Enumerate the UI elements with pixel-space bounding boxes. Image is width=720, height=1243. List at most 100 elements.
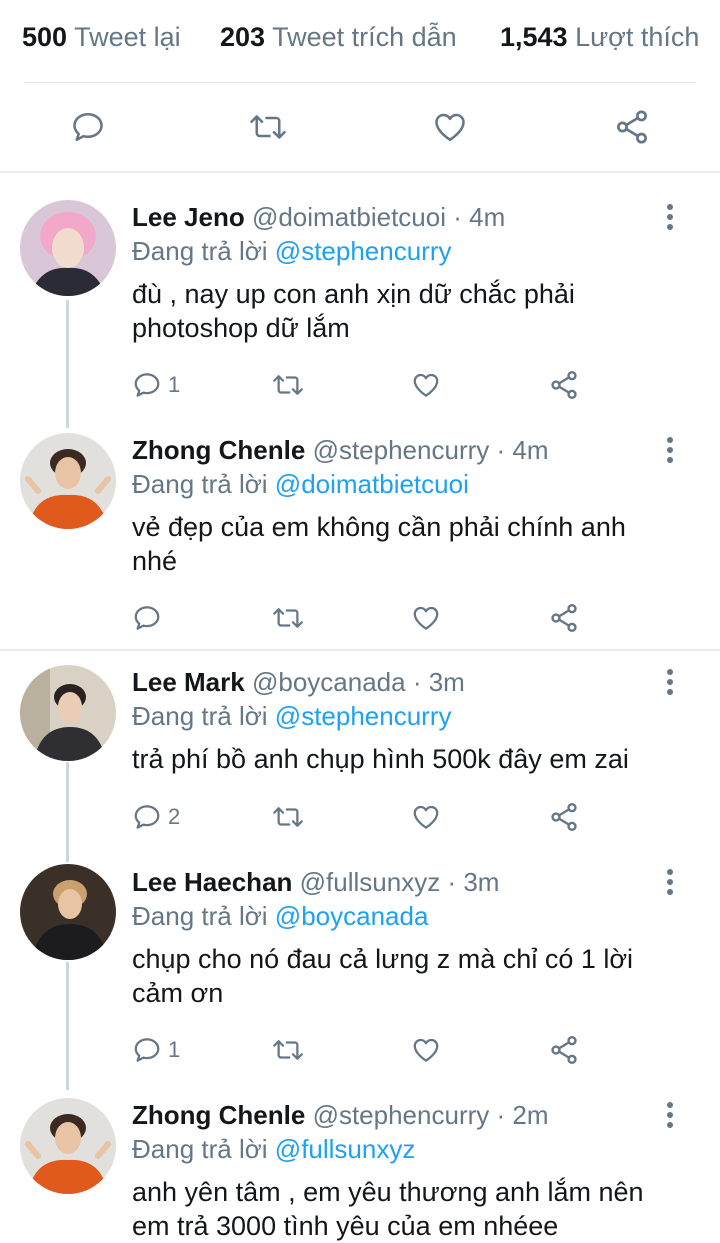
display-name[interactable]: Lee Jeno bbox=[132, 202, 245, 232]
reply-button[interactable] bbox=[66, 105, 110, 149]
user-handle[interactable]: @boycanada bbox=[252, 667, 406, 697]
display-name[interactable]: Lee Mark bbox=[132, 667, 245, 697]
avatar[interactable] bbox=[20, 665, 116, 761]
like-button[interactable] bbox=[410, 365, 442, 405]
like-icon bbox=[413, 606, 439, 630]
mention-link[interactable]: @stephencurry bbox=[275, 701, 452, 731]
timestamp: · 2m bbox=[496, 1100, 549, 1130]
engagement-stats: 500 Tweet lại 203 Tweet trích dẫn 1,543 … bbox=[0, 0, 720, 82]
reply-count: 1 bbox=[168, 372, 181, 397]
avatar[interactable] bbox=[20, 200, 116, 296]
like-button[interactable] bbox=[410, 598, 442, 638]
thread-line bbox=[66, 962, 69, 1090]
display-name[interactable]: Zhong Chenle bbox=[132, 435, 305, 465]
replying-to: Đang trả lời @boycanada bbox=[132, 901, 428, 932]
replying-prefix: Đang trả lời bbox=[132, 901, 268, 931]
replying-to: Đang trả lời @doimatbietcuoi bbox=[132, 469, 469, 500]
reply-icon bbox=[134, 805, 160, 829]
quote-stat[interactable]: 203 Tweet trích dẫn bbox=[220, 22, 457, 53]
reply-icon bbox=[134, 1038, 160, 1062]
more-vertical-icon bbox=[667, 869, 673, 895]
reply-text: vẻ đẹp của em không cần phải chính anh n… bbox=[132, 510, 692, 578]
share-button[interactable] bbox=[548, 797, 580, 837]
retweet-icon bbox=[250, 115, 286, 139]
reply-icon bbox=[134, 373, 160, 397]
user-handle[interactable]: @fullsunxyz bbox=[300, 867, 441, 897]
display-name[interactable]: Lee Haechan bbox=[132, 867, 292, 897]
share-button[interactable] bbox=[548, 365, 580, 405]
more-vertical-icon bbox=[667, 437, 673, 463]
timestamp: · 4m bbox=[453, 202, 506, 232]
more-options-button[interactable] bbox=[660, 662, 680, 702]
reply-actions: 1 bbox=[132, 365, 692, 405]
reply-text-line: photoshop dữ lắm bbox=[132, 313, 350, 343]
retweet-icon bbox=[273, 608, 303, 628]
like-button[interactable] bbox=[410, 1030, 442, 1070]
reply-header: Zhong Chenle @stephencurry · 4m bbox=[132, 435, 549, 466]
share-icon bbox=[551, 803, 577, 831]
user-handle[interactable]: @stephencurry bbox=[313, 435, 490, 465]
display-name[interactable]: Zhong Chenle bbox=[132, 1100, 305, 1130]
thread-line bbox=[66, 300, 69, 428]
more-vertical-icon bbox=[667, 204, 673, 230]
mention-link[interactable]: @stephencurry bbox=[275, 236, 452, 266]
like-button[interactable] bbox=[410, 797, 442, 837]
replying-to: Đang trả lời @fullsunxyz bbox=[132, 1134, 415, 1165]
timestamp: · 3m bbox=[412, 667, 465, 697]
reply-header: Zhong Chenle @stephencurry · 2m bbox=[132, 1100, 549, 1131]
retweet-icon bbox=[273, 807, 303, 827]
retweet-button[interactable] bbox=[271, 1030, 305, 1070]
mention-link[interactable]: @fullsunxyz bbox=[275, 1134, 416, 1164]
more-options-button[interactable] bbox=[660, 197, 680, 237]
more-options-button[interactable] bbox=[660, 430, 680, 470]
replying-prefix: Đang trả lời bbox=[132, 469, 268, 499]
replying-prefix: Đang trả lời bbox=[132, 236, 268, 266]
retweet-button[interactable] bbox=[271, 797, 305, 837]
reply-button[interactable]: 2 bbox=[132, 797, 180, 837]
share-icon bbox=[617, 110, 647, 144]
reply-button[interactable]: 1 bbox=[132, 365, 180, 405]
like-icon bbox=[413, 373, 439, 397]
share-icon bbox=[551, 604, 577, 632]
retweet-button[interactable] bbox=[271, 365, 305, 405]
reply-text-line: em trả 3000 tình yêu của em nhéee bbox=[132, 1211, 559, 1241]
user-handle[interactable]: @doimatbietcuoi bbox=[252, 202, 446, 232]
retweet-icon bbox=[273, 375, 303, 395]
reply-text-line: cảm ơn bbox=[132, 978, 224, 1008]
reply-button[interactable]: 1 bbox=[132, 1030, 180, 1070]
like-button[interactable] bbox=[428, 105, 472, 149]
reply-count: 1 bbox=[168, 1037, 181, 1062]
reply-text-line: trả phí bồ anh chụp hình 500k đây em zai bbox=[132, 744, 629, 774]
thread-line bbox=[66, 762, 69, 862]
reply-button[interactable] bbox=[132, 598, 168, 638]
like-stat[interactable]: 1,543 Lượt thích bbox=[500, 22, 699, 53]
retweet-stat[interactable]: 500 Tweet lại bbox=[22, 22, 181, 53]
more-options-button[interactable] bbox=[660, 862, 680, 902]
retweet-button[interactable] bbox=[271, 598, 305, 638]
share-button[interactable] bbox=[610, 105, 654, 149]
reply-text: đù , nay up con anh xịn dữ chắc phải pho… bbox=[132, 277, 692, 345]
section-divider bbox=[0, 649, 720, 651]
reply-count: 2 bbox=[168, 804, 181, 829]
mention-link[interactable]: @doimatbietcuoi bbox=[275, 469, 469, 499]
reply-actions bbox=[132, 598, 692, 638]
share-button[interactable] bbox=[548, 598, 580, 638]
more-options-button[interactable] bbox=[660, 1095, 680, 1135]
more-vertical-icon bbox=[667, 1102, 673, 1128]
reply-text-line: vẻ đẹp của em không cần phải chính anh bbox=[132, 512, 626, 542]
reply-icon bbox=[134, 606, 160, 630]
avatar[interactable] bbox=[20, 1098, 116, 1194]
share-button[interactable] bbox=[548, 1030, 580, 1070]
reply-header: Lee Jeno @doimatbietcuoi · 4m bbox=[132, 202, 505, 233]
retweet-button[interactable] bbox=[246, 105, 290, 149]
mention-link[interactable]: @boycanada bbox=[275, 901, 429, 931]
user-handle[interactable]: @stephencurry bbox=[313, 1100, 490, 1130]
avatar[interactable] bbox=[20, 433, 116, 529]
timestamp: · 3m bbox=[447, 867, 500, 897]
share-icon bbox=[551, 371, 577, 399]
like-icon bbox=[413, 1038, 439, 1062]
reply-text: trả phí bồ anh chụp hình 500k đây em zai bbox=[132, 742, 692, 776]
reply-text-line: anh yên tâm , em yêu thương anh lắm nên bbox=[132, 1177, 644, 1207]
avatar[interactable] bbox=[20, 864, 116, 960]
reply-icon bbox=[73, 112, 103, 142]
